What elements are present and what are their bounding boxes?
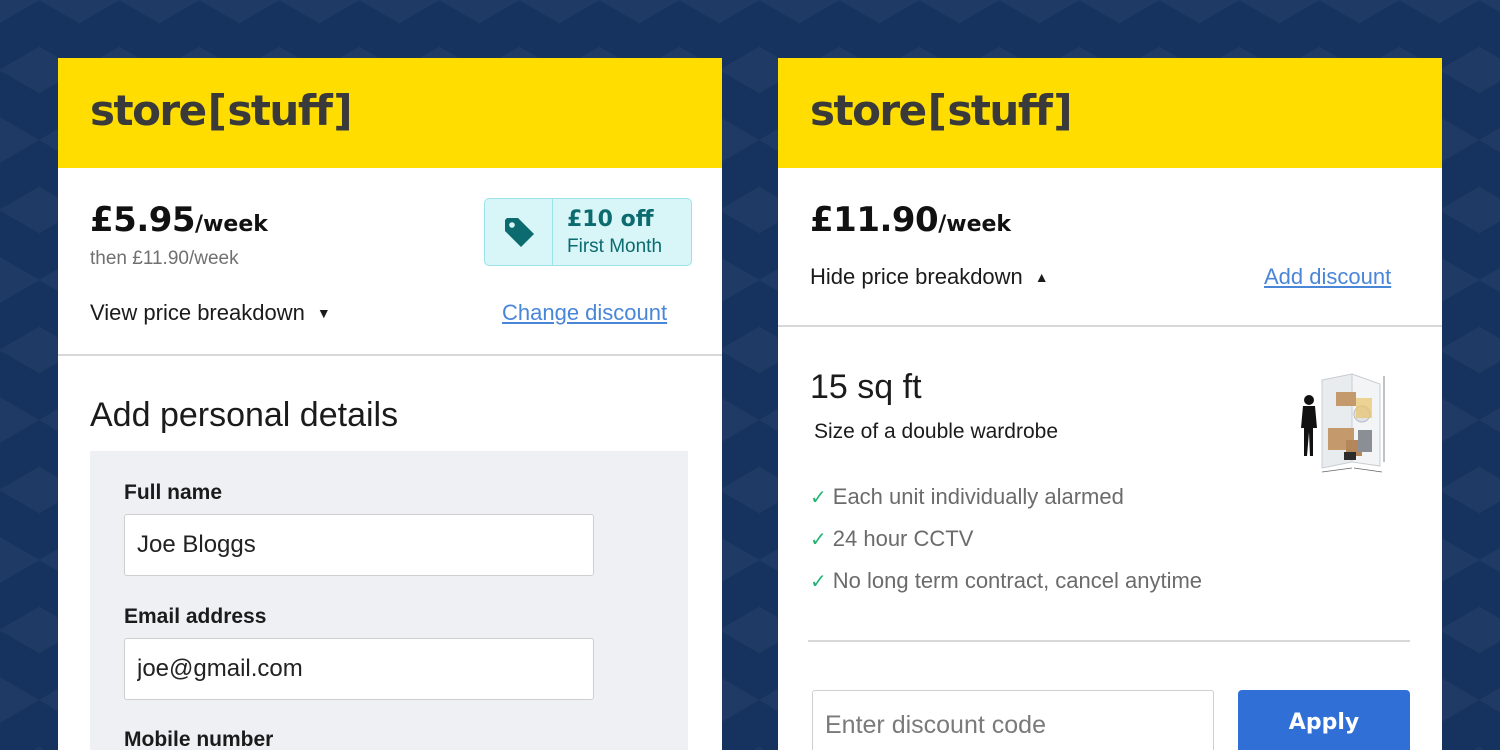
brand-header: store [ stuff ]: [778, 58, 1442, 168]
weekly-price: £11.90/week: [810, 200, 1011, 240]
unit-size: 15 sq ft: [810, 368, 922, 406]
mobile-label: Mobile number: [124, 728, 274, 750]
storage-unit-illustration: [1292, 370, 1392, 476]
logo-word: store: [90, 86, 207, 135]
add-discount-link[interactable]: Add discount: [1264, 264, 1391, 290]
promo-badge: £10 off First Month: [484, 198, 692, 266]
price-unit: /week: [195, 212, 268, 237]
logo-inner-word: stuff: [227, 86, 333, 135]
change-discount-link[interactable]: Change discount: [502, 300, 667, 326]
personal-details-form: Full name Email address Mobile number: [90, 451, 688, 750]
price-tag-icon: [485, 199, 553, 265]
price-then: then £11.90/week: [90, 248, 239, 269]
email-label: Email address: [124, 605, 267, 628]
unit-summary-card: store [ stuff ] £11.90/week Hide price b…: [778, 58, 1442, 750]
store-stuff-logo: store [ stuff ]: [810, 86, 1073, 135]
breakdown-toggle-label: Hide price breakdown: [810, 264, 1023, 289]
check-icon: ✓: [810, 528, 827, 551]
logo-word: store: [810, 86, 927, 135]
logo-bracket-open: [: [207, 86, 227, 135]
email-input[interactable]: [124, 638, 594, 700]
caret-up-icon: ▲: [1034, 269, 1049, 285]
section-title: Add personal details: [90, 396, 399, 434]
feature-item: ✓ No long term contract, cancel anytime: [810, 568, 1202, 594]
feature-text: No long term contract, cancel anytime: [832, 568, 1203, 593]
divider: [58, 354, 722, 356]
price-amount: £5.95: [90, 200, 196, 240]
feature-text: Each unit individually alarmed: [832, 484, 1124, 509]
weekly-price: £5.95/week: [90, 200, 268, 240]
logo-bracket-close: ]: [333, 86, 352, 135]
check-icon: ✓: [810, 570, 827, 593]
logo-bracket-close: ]: [1053, 86, 1072, 135]
view-price-breakdown-toggle[interactable]: View price breakdown ▼: [90, 300, 331, 326]
feature-item: ✓ 24 hour CCTV: [810, 526, 973, 552]
divider: [778, 325, 1442, 327]
check-icon: ✓: [810, 486, 827, 509]
logo-inner-word: stuff: [947, 86, 1053, 135]
unit-description: Size of a double wardrobe: [814, 420, 1058, 443]
price-amount: £11.90: [810, 200, 939, 240]
apply-discount-button[interactable]: Apply: [1238, 690, 1410, 750]
price-unit: /week: [938, 212, 1012, 237]
breakdown-toggle-label: View price breakdown: [90, 300, 305, 325]
hide-price-breakdown-toggle[interactable]: Hide price breakdown ▲: [810, 264, 1049, 290]
feature-text: 24 hour CCTV: [832, 526, 974, 551]
discount-code-input[interactable]: [812, 690, 1214, 750]
logo-bracket-open: [: [927, 86, 947, 135]
promo-amount: £10 off: [567, 207, 654, 232]
promo-label: First Month: [567, 236, 663, 257]
full-name-label: Full name: [124, 481, 223, 504]
divider: [808, 640, 1410, 642]
personal-details-card: store [ stuff ] £5.95/week then £11.90/w…: [58, 58, 722, 750]
store-stuff-logo: store [ stuff ]: [90, 86, 353, 135]
brand-header: store [ stuff ]: [58, 58, 722, 168]
caret-down-icon: ▼: [316, 305, 331, 321]
feature-item: ✓ Each unit individually alarmed: [810, 484, 1124, 510]
full-name-input[interactable]: [124, 514, 594, 576]
